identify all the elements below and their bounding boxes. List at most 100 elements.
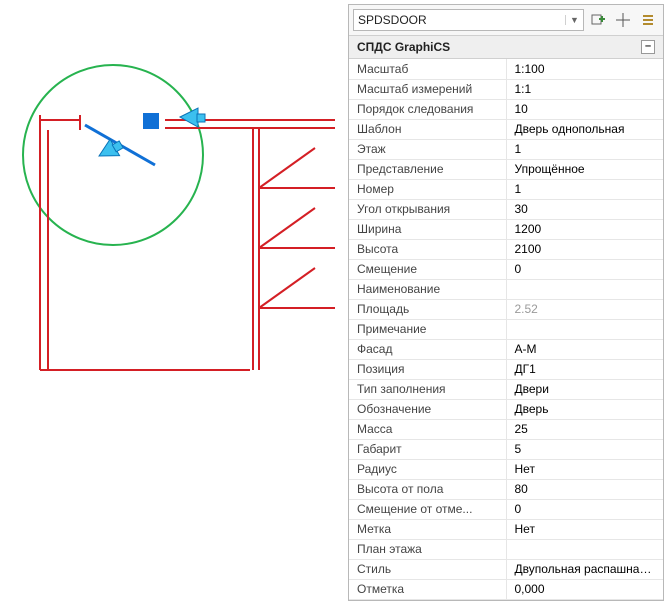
property-name: Порядок следования bbox=[349, 99, 506, 119]
property-value[interactable]: Упрощённое bbox=[506, 159, 663, 179]
grip-handle[interactable] bbox=[143, 113, 159, 129]
property-row: Номер1 bbox=[349, 179, 663, 199]
property-row: Масштаб измерений1:1 bbox=[349, 79, 663, 99]
property-row: Смещение0 bbox=[349, 259, 663, 279]
property-name: Высота от пола bbox=[349, 479, 506, 499]
property-name: Высота bbox=[349, 239, 506, 259]
property-value[interactable]: 1:100 bbox=[506, 59, 663, 79]
settings-button[interactable] bbox=[637, 9, 659, 31]
flip-left-arrow[interactable] bbox=[180, 108, 205, 127]
property-value[interactable]: Двупольная распашная... bbox=[506, 559, 663, 579]
property-value[interactable]: 0 bbox=[506, 259, 663, 279]
property-name: Позиция bbox=[349, 359, 506, 379]
chevron-down-icon: ▼ bbox=[565, 15, 579, 25]
quick-select-button[interactable] bbox=[587, 9, 609, 31]
property-value[interactable]: А-М bbox=[506, 339, 663, 359]
property-value[interactable]: 80 bbox=[506, 479, 663, 499]
property-value[interactable]: 1200 bbox=[506, 219, 663, 239]
property-name: Этаж bbox=[349, 139, 506, 159]
panel-toolbar: SPDSDOOR ▼ bbox=[349, 5, 663, 36]
property-row: Примечание bbox=[349, 319, 663, 339]
property-name: Смещение от отме... bbox=[349, 499, 506, 519]
category-title: СПДС GraphiCS bbox=[357, 40, 450, 54]
property-value[interactable]: Нет bbox=[506, 459, 663, 479]
property-value[interactable]: 5 bbox=[506, 439, 663, 459]
property-value[interactable]: Нет bbox=[506, 519, 663, 539]
property-name: Смещение bbox=[349, 259, 506, 279]
plan-walls bbox=[40, 115, 335, 370]
property-value[interactable]: 25 bbox=[506, 419, 663, 439]
property-value[interactable]: Двери bbox=[506, 379, 663, 399]
property-value[interactable]: 30 bbox=[506, 199, 663, 219]
property-row: Масса25 bbox=[349, 419, 663, 439]
property-name: Масса bbox=[349, 419, 506, 439]
property-value[interactable] bbox=[506, 319, 663, 339]
object-type-combo[interactable]: SPDSDOOR ▼ bbox=[353, 9, 584, 31]
property-value[interactable] bbox=[506, 279, 663, 299]
selected-door[interactable] bbox=[85, 108, 205, 165]
property-name: Представление bbox=[349, 159, 506, 179]
property-name: Стиль bbox=[349, 559, 506, 579]
property-value[interactable]: 2100 bbox=[506, 239, 663, 259]
property-row: Угол открывания30 bbox=[349, 199, 663, 219]
property-name: Габарит bbox=[349, 439, 506, 459]
property-row: Ширина1200 bbox=[349, 219, 663, 239]
crosshair-icon bbox=[615, 12, 631, 28]
flip-up-arrow[interactable] bbox=[95, 136, 126, 165]
property-row: ПредставлениеУпрощённое bbox=[349, 159, 663, 179]
property-row: Масштаб1:100 bbox=[349, 59, 663, 79]
property-row: Тип заполненияДвери bbox=[349, 379, 663, 399]
property-row: План этажа bbox=[349, 539, 663, 559]
property-row: ФасадА-М bbox=[349, 339, 663, 359]
pick-button[interactable] bbox=[612, 9, 634, 31]
property-value[interactable]: 1:1 bbox=[506, 79, 663, 99]
property-row: ПозицияДГ1 bbox=[349, 359, 663, 379]
property-row: Этаж1 bbox=[349, 139, 663, 159]
property-value[interactable]: 1 bbox=[506, 179, 663, 199]
property-row: Порядок следования10 bbox=[349, 99, 663, 119]
property-row: Площадь2.52 bbox=[349, 299, 663, 319]
property-value[interactable]: 1 bbox=[506, 139, 663, 159]
funnel-plus-icon bbox=[590, 12, 606, 28]
category-header[interactable]: СПДС GraphiCS – bbox=[349, 36, 663, 59]
property-name: Наименование bbox=[349, 279, 506, 299]
property-row: МеткаНет bbox=[349, 519, 663, 539]
property-row: Наименование bbox=[349, 279, 663, 299]
properties-panel: SPDSDOOR ▼ СПДС GraphiCS – bbox=[348, 4, 664, 601]
property-value[interactable]: Дверь однопольная bbox=[506, 119, 663, 139]
drawing-canvas[interactable] bbox=[0, 0, 350, 612]
property-row: СтильДвупольная распашная... bbox=[349, 559, 663, 579]
property-value[interactable]: Дверь bbox=[506, 399, 663, 419]
property-value: 2.52 bbox=[506, 299, 663, 319]
property-row: Отметка0,000 bbox=[349, 579, 663, 599]
property-name: Тип заполнения bbox=[349, 379, 506, 399]
property-name: Площадь bbox=[349, 299, 506, 319]
collapse-icon[interactable]: – bbox=[641, 40, 655, 54]
property-name: Шаблон bbox=[349, 119, 506, 139]
sliders-icon bbox=[640, 12, 656, 28]
property-value[interactable]: 10 bbox=[506, 99, 663, 119]
property-value[interactable] bbox=[506, 539, 663, 559]
property-name: Номер bbox=[349, 179, 506, 199]
property-row: ШаблонДверь однопольная bbox=[349, 119, 663, 139]
properties-table: Масштаб1:100Масштаб измерений1:1Порядок … bbox=[349, 59, 663, 600]
property-row: Высота от пола80 bbox=[349, 479, 663, 499]
property-row: ОбозначениеДверь bbox=[349, 399, 663, 419]
property-row: Смещение от отме...0 bbox=[349, 499, 663, 519]
property-name: Угол открывания bbox=[349, 199, 506, 219]
property-value[interactable]: ДГ1 bbox=[506, 359, 663, 379]
property-row: Высота2100 bbox=[349, 239, 663, 259]
property-row: Габарит5 bbox=[349, 439, 663, 459]
property-name: Метка bbox=[349, 519, 506, 539]
property-name: План этажа bbox=[349, 539, 506, 559]
property-name: Примечание bbox=[349, 319, 506, 339]
property-value[interactable]: 0 bbox=[506, 499, 663, 519]
property-name: Радиус bbox=[349, 459, 506, 479]
property-name: Ширина bbox=[349, 219, 506, 239]
property-value[interactable]: 0,000 bbox=[506, 579, 663, 599]
property-name: Масштаб измерений bbox=[349, 79, 506, 99]
property-name: Масштаб bbox=[349, 59, 506, 79]
property-row: РадиусНет bbox=[349, 459, 663, 479]
property-name: Фасад bbox=[349, 339, 506, 359]
combo-value: SPDSDOOR bbox=[358, 13, 427, 27]
